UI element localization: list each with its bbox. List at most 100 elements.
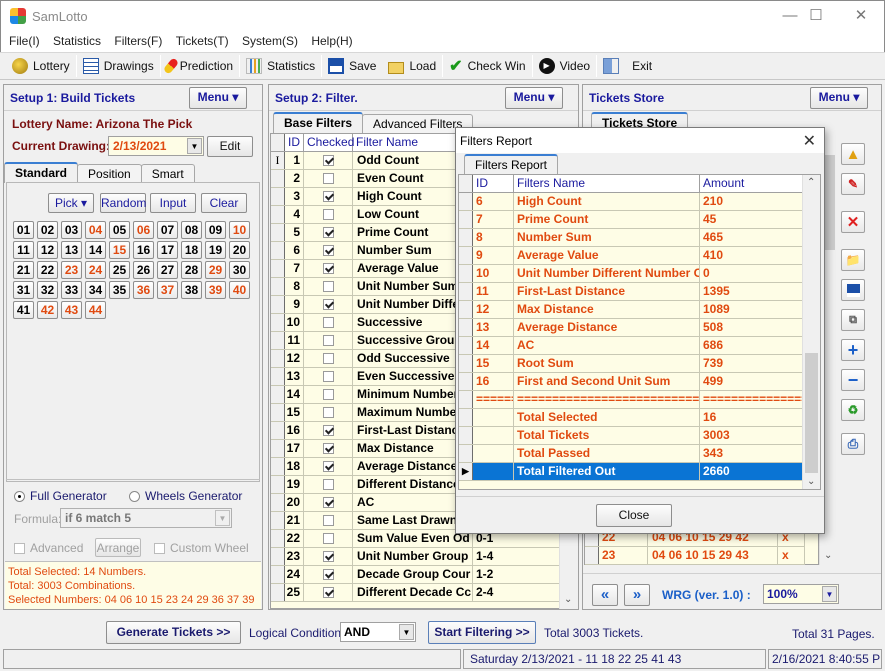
filter-checkbox-cell[interactable] — [304, 548, 353, 565]
filter-checkbox[interactable] — [322, 317, 334, 329]
report-row[interactable]: 15 Root Sum 739 — [459, 355, 820, 373]
number-button[interactable]: 19 — [205, 241, 226, 259]
filter-checkbox[interactable] — [322, 389, 334, 401]
filter-row[interactable]: 23 Unit Number Group 1-4 — [271, 548, 559, 566]
filter-checkbox-cell[interactable] — [304, 440, 353, 457]
filter-checkbox-cell[interactable] — [304, 512, 353, 529]
number-button[interactable]: 33 — [61, 281, 82, 299]
number-button[interactable]: 20 — [229, 241, 250, 259]
filter-checkbox-cell[interactable] — [304, 260, 353, 277]
number-button[interactable]: 25 — [109, 261, 130, 279]
edit-drawing-button[interactable]: Edit — [207, 136, 253, 157]
report-row[interactable]: 14 AC 686 — [459, 337, 820, 355]
filter-checkbox[interactable] — [322, 155, 334, 167]
report-row[interactable]: ====== ========================== ========… — [459, 391, 820, 409]
report-scrollbar[interactable]: ⌃ ⌄ — [802, 175, 820, 489]
print-icon[interactable]: ⎙ — [841, 433, 865, 455]
logical-condition-select[interactable]: AND ▼ — [340, 622, 416, 642]
filter-checkbox[interactable] — [322, 407, 334, 419]
number-button[interactable]: 09 — [205, 221, 226, 239]
menu-tickets[interactable]: Tickets(T) — [176, 32, 229, 48]
number-button[interactable]: 35 — [109, 281, 130, 299]
filter-checkbox-cell[interactable] — [304, 332, 353, 349]
filter-checkbox[interactable] — [322, 533, 334, 545]
filter-checkbox-cell[interactable] — [304, 170, 353, 187]
number-button[interactable]: 28 — [181, 261, 202, 279]
filter-checkbox-cell[interactable] — [304, 494, 353, 511]
filter-checkbox[interactable] — [322, 245, 334, 257]
row-header[interactable] — [459, 445, 473, 462]
row-header[interactable] — [459, 229, 473, 246]
dialog-close-button[interactable]: Close — [596, 504, 672, 527]
row-header[interactable] — [459, 211, 473, 228]
filter-checkbox-cell[interactable] — [304, 296, 353, 313]
number-button[interactable]: 21 — [13, 261, 34, 279]
next-page-button[interactable]: » — [624, 584, 650, 606]
filter-checkbox[interactable] — [322, 515, 334, 527]
current-drawing-select[interactable]: 2/13/2021 ▼ — [108, 136, 204, 156]
number-button[interactable]: 27 — [157, 261, 178, 279]
formula-select[interactable]: if 6 match 5 ▼ — [60, 508, 232, 528]
number-button[interactable]: 42 — [37, 301, 58, 319]
row-header[interactable] — [271, 332, 285, 349]
number-button[interactable]: 06 — [133, 221, 154, 239]
chevron-down-icon[interactable]: ▼ — [399, 624, 414, 640]
row-header[interactable] — [271, 548, 285, 565]
filter-row[interactable]: 25 Different Decade Cc 2-4 — [271, 584, 559, 602]
number-button[interactable]: 02 — [37, 221, 58, 239]
row-header[interactable] — [271, 224, 285, 241]
scroll-thumb[interactable] — [805, 353, 818, 473]
filter-checkbox-cell[interactable] — [304, 566, 353, 583]
row-header[interactable] — [271, 350, 285, 367]
tab-filters-report[interactable]: Filters Report — [464, 154, 559, 175]
number-button[interactable]: 29 — [205, 261, 226, 279]
clear-button[interactable]: Clear — [201, 193, 247, 213]
report-row[interactable]: 10 Unit Number Different Number C0 — [459, 265, 820, 283]
filter-checkbox-cell[interactable] — [304, 368, 353, 385]
menu-statistics[interactable]: Statistics — [53, 32, 101, 48]
number-button[interactable]: 26 — [133, 261, 154, 279]
row-header[interactable] — [459, 319, 473, 336]
menu-help[interactable]: Help(H) — [311, 32, 352, 48]
filter-checkbox[interactable] — [322, 569, 334, 581]
toolbar-statistics-button[interactable]: Statistics — [240, 54, 321, 78]
filter-checkbox[interactable] — [322, 209, 334, 221]
filter-checkbox[interactable] — [322, 353, 334, 365]
number-button[interactable]: 30 — [229, 261, 250, 279]
filter-checkbox[interactable] — [322, 263, 334, 275]
row-header[interactable] — [271, 584, 285, 601]
add-icon[interactable]: + — [841, 339, 865, 361]
number-button[interactable]: 16 — [133, 241, 154, 259]
number-button[interactable]: 01 — [13, 221, 34, 239]
filter-checkbox-cell[interactable] — [304, 530, 353, 547]
filter-checkbox-cell[interactable] — [304, 584, 353, 601]
row-header[interactable] — [271, 404, 285, 421]
filter-checkbox[interactable] — [322, 497, 334, 509]
number-button[interactable]: 12 — [37, 241, 58, 259]
report-row[interactable]: 6 High Count 210 — [459, 193, 820, 211]
filter-checkbox-cell[interactable] — [304, 206, 353, 223]
scroll-up-icon[interactable]: ⌃ — [807, 177, 815, 188]
row-header[interactable] — [271, 314, 285, 331]
report-row[interactable]: 12 Max Distance 1089 — [459, 301, 820, 319]
number-button[interactable]: 36 — [133, 281, 154, 299]
number-button[interactable]: 05 — [109, 221, 130, 239]
report-row[interactable]: 13 Average Distance 508 — [459, 319, 820, 337]
number-button[interactable]: 17 — [157, 241, 178, 259]
row-header[interactable] — [271, 296, 285, 313]
number-button[interactable]: 38 — [181, 281, 202, 299]
row-header[interactable] — [271, 566, 285, 583]
filter-checkbox[interactable] — [322, 371, 334, 383]
row-header[interactable] — [459, 247, 473, 264]
number-button[interactable]: 13 — [61, 241, 82, 259]
number-button[interactable]: 04 — [85, 221, 106, 239]
report-row[interactable]: Total Tickets 3003 — [459, 427, 820, 445]
number-button[interactable]: 44 — [85, 301, 106, 319]
row-header[interactable] — [271, 260, 285, 277]
number-button[interactable]: 32 — [37, 281, 58, 299]
number-button[interactable]: 14 — [85, 241, 106, 259]
tickets-store-menu-button[interactable]: Menu ▾ — [810, 87, 868, 109]
number-button[interactable]: 23 — [61, 261, 82, 279]
row-header[interactable] — [271, 368, 285, 385]
row-header[interactable] — [271, 242, 285, 259]
